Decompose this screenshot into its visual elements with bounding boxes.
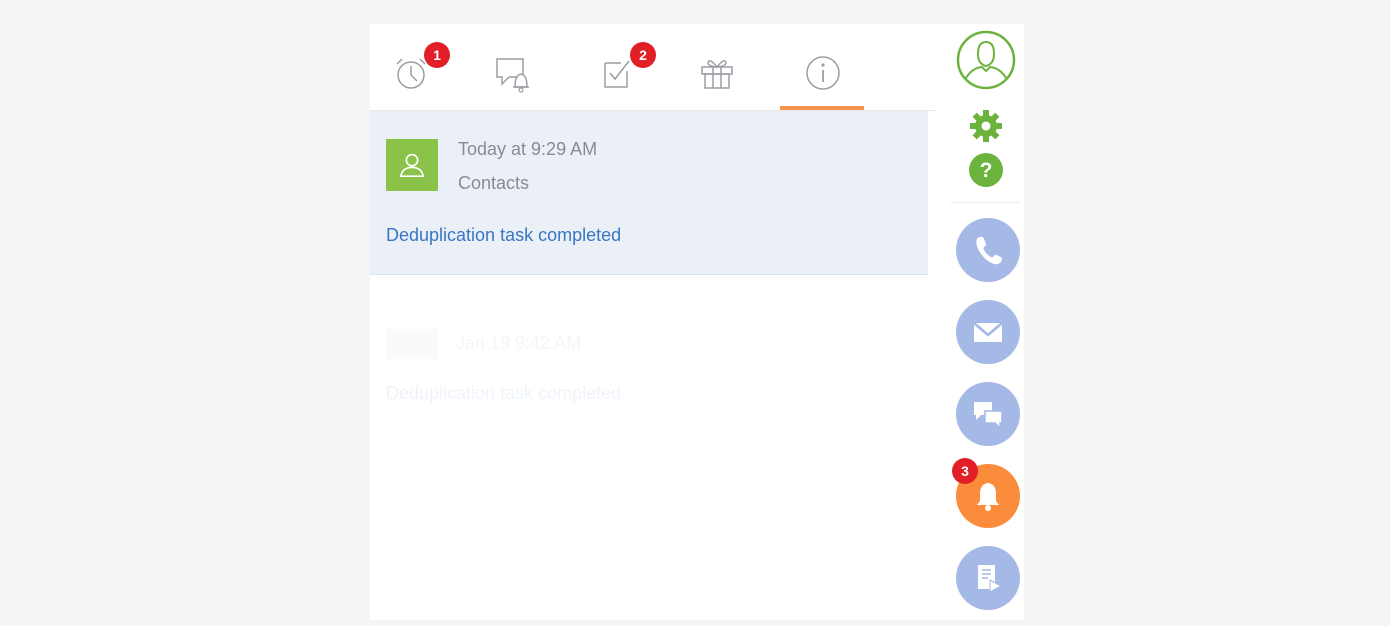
active-tab-underline — [780, 106, 864, 110]
contact-avatar — [386, 139, 438, 191]
info-icon — [806, 56, 840, 90]
bell-icon — [977, 483, 999, 511]
email-button[interactable] — [956, 300, 1020, 364]
tasks-badge: 2 — [630, 42, 656, 68]
notification-message-link[interactable]: Deduplication task completed — [386, 225, 621, 246]
contact-icon — [399, 153, 425, 177]
ghost-message: Deduplication task completed — [386, 383, 622, 403]
process-icon — [978, 565, 1003, 593]
fading-notification: Jan 19 9:42 AM Deduplication task comple… — [386, 329, 621, 403]
ghost-time: Jan 19 9:42 AM — [456, 333, 582, 353]
profile-button[interactable] — [956, 30, 1016, 90]
gear-icon — [970, 110, 1002, 142]
phone-button[interactable] — [956, 218, 1020, 282]
ghost-avatar — [386, 329, 438, 359]
gift-icon — [701, 60, 733, 89]
notification-item[interactable]: Today at 9:29 AM Contacts Deduplication … — [370, 111, 928, 275]
tab-birthdays[interactable] — [692, 48, 742, 98]
tab-system-info[interactable] — [798, 48, 848, 98]
notification-time: Today at 9:29 AM — [458, 139, 598, 159]
sidebar-divider — [950, 202, 1020, 203]
settings-button[interactable] — [968, 108, 1004, 144]
svg-text:?: ? — [980, 159, 993, 182]
reminders-badge: 1 — [424, 42, 450, 68]
communication-panel: ? 3 — [936, 24, 1024, 620]
notification-section: Contacts — [458, 173, 530, 193]
notifications-count-badge: 3 — [952, 458, 978, 484]
chat-icon — [974, 402, 1003, 430]
notification-tabs: 1 2 — [370, 24, 936, 111]
help-icon: ? — [969, 153, 1003, 187]
tab-tasks[interactable]: 2 — [592, 42, 656, 98]
help-button[interactable]: ? — [968, 152, 1004, 188]
notification-panel: 1 2 Today at 9:29 AM Contacts Deduplicat… — [370, 24, 936, 620]
chat-bell-icon — [496, 58, 529, 93]
tab-notifications[interactable] — [488, 48, 538, 98]
envelope-icon — [973, 322, 1003, 342]
tab-reminders[interactable]: 1 — [386, 42, 450, 98]
user-profile-icon — [956, 30, 1016, 90]
process-button[interactable] — [956, 546, 1020, 610]
phone-icon — [976, 236, 1002, 265]
chat-button[interactable] — [956, 382, 1020, 446]
